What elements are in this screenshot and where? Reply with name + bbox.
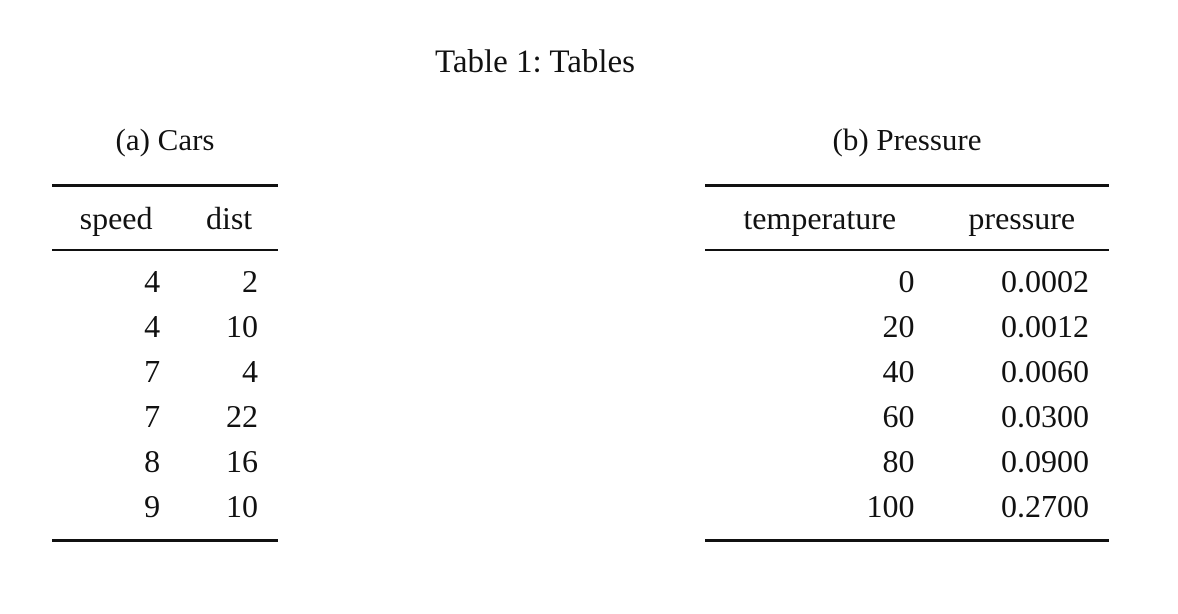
header-row: temperature pressure bbox=[705, 185, 1109, 250]
cell-dist: 2 bbox=[242, 263, 258, 299]
cell-speed: 4 bbox=[144, 308, 161, 344]
table-row: 9 10 bbox=[52, 484, 278, 541]
cell-pressure: 0.0060 bbox=[1001, 353, 1089, 389]
table-row: 4 10 bbox=[52, 304, 278, 349]
cars-table: speed dist 42 4 10 74 7 22 8 16 9 10 bbox=[52, 184, 278, 542]
table-row: 42 bbox=[52, 250, 278, 304]
header-row: speed dist bbox=[52, 185, 278, 250]
cell-speed: 7 bbox=[144, 353, 161, 389]
table-row: 0 0.0002 bbox=[705, 250, 1109, 304]
cell-speed: 7 bbox=[144, 398, 161, 434]
column-header-speed: speed bbox=[79, 199, 153, 236]
cars-caption: (a) Cars bbox=[115, 122, 215, 157]
cell-temperature: 40 bbox=[882, 353, 915, 389]
cell-temperature: 20 bbox=[882, 308, 915, 344]
pressure-subtable: (b) Pressure temperature pressure 0 0.000… bbox=[705, 120, 1109, 542]
column-header-pressure: pressure bbox=[968, 199, 1076, 236]
cell-dist: 10 bbox=[226, 308, 258, 344]
table-row: 80 0.0900 bbox=[705, 439, 1109, 484]
cell-pressure: 0.0012 bbox=[1001, 308, 1089, 344]
table-row: 74 bbox=[52, 349, 278, 394]
cell-pressure: 0.0900 bbox=[1001, 443, 1089, 479]
table-title: Table 1: Tables bbox=[434, 44, 636, 80]
cell-speed: 8 bbox=[144, 443, 161, 479]
table-row: 8 16 bbox=[52, 439, 278, 484]
cell-temperature: 0 bbox=[898, 263, 915, 299]
table-row: 7 22 bbox=[52, 394, 278, 439]
cell-speed: 9 bbox=[144, 488, 161, 524]
column-header-dist: dist bbox=[205, 199, 253, 236]
cell-dist: 22 bbox=[226, 398, 258, 434]
cell-dist: 4 bbox=[242, 353, 258, 389]
cell-temperature: 60 bbox=[882, 398, 915, 434]
cell-pressure: 0.2700 bbox=[1001, 488, 1089, 524]
cell-speed: 4 bbox=[144, 263, 161, 299]
table-row: 20 0.0012 bbox=[705, 304, 1109, 349]
cell-dist: 10 bbox=[226, 488, 258, 524]
table-row: 60 0.0300 bbox=[705, 394, 1109, 439]
cell-dist: 16 bbox=[226, 443, 258, 479]
cell-temperature: 80 bbox=[882, 443, 915, 479]
cell-temperature: 100 bbox=[866, 488, 915, 524]
pressure-caption: (b) Pressure bbox=[832, 122, 982, 157]
cell-pressure: 0.0002 bbox=[1001, 263, 1089, 299]
table-row: 100 0.2700 bbox=[705, 484, 1109, 541]
cars-subtable: (a) Cars speed dist 42 4 10 74 7 22 8 16 91… bbox=[52, 120, 278, 542]
cell-pressure: 0.0300 bbox=[1001, 398, 1089, 434]
column-header-temperature: temperature bbox=[743, 199, 897, 236]
table-row: 40 0.0060 bbox=[705, 349, 1109, 394]
pressure-table: temperature pressure 0 0.0002 20 0.0012 40… bbox=[705, 184, 1109, 542]
